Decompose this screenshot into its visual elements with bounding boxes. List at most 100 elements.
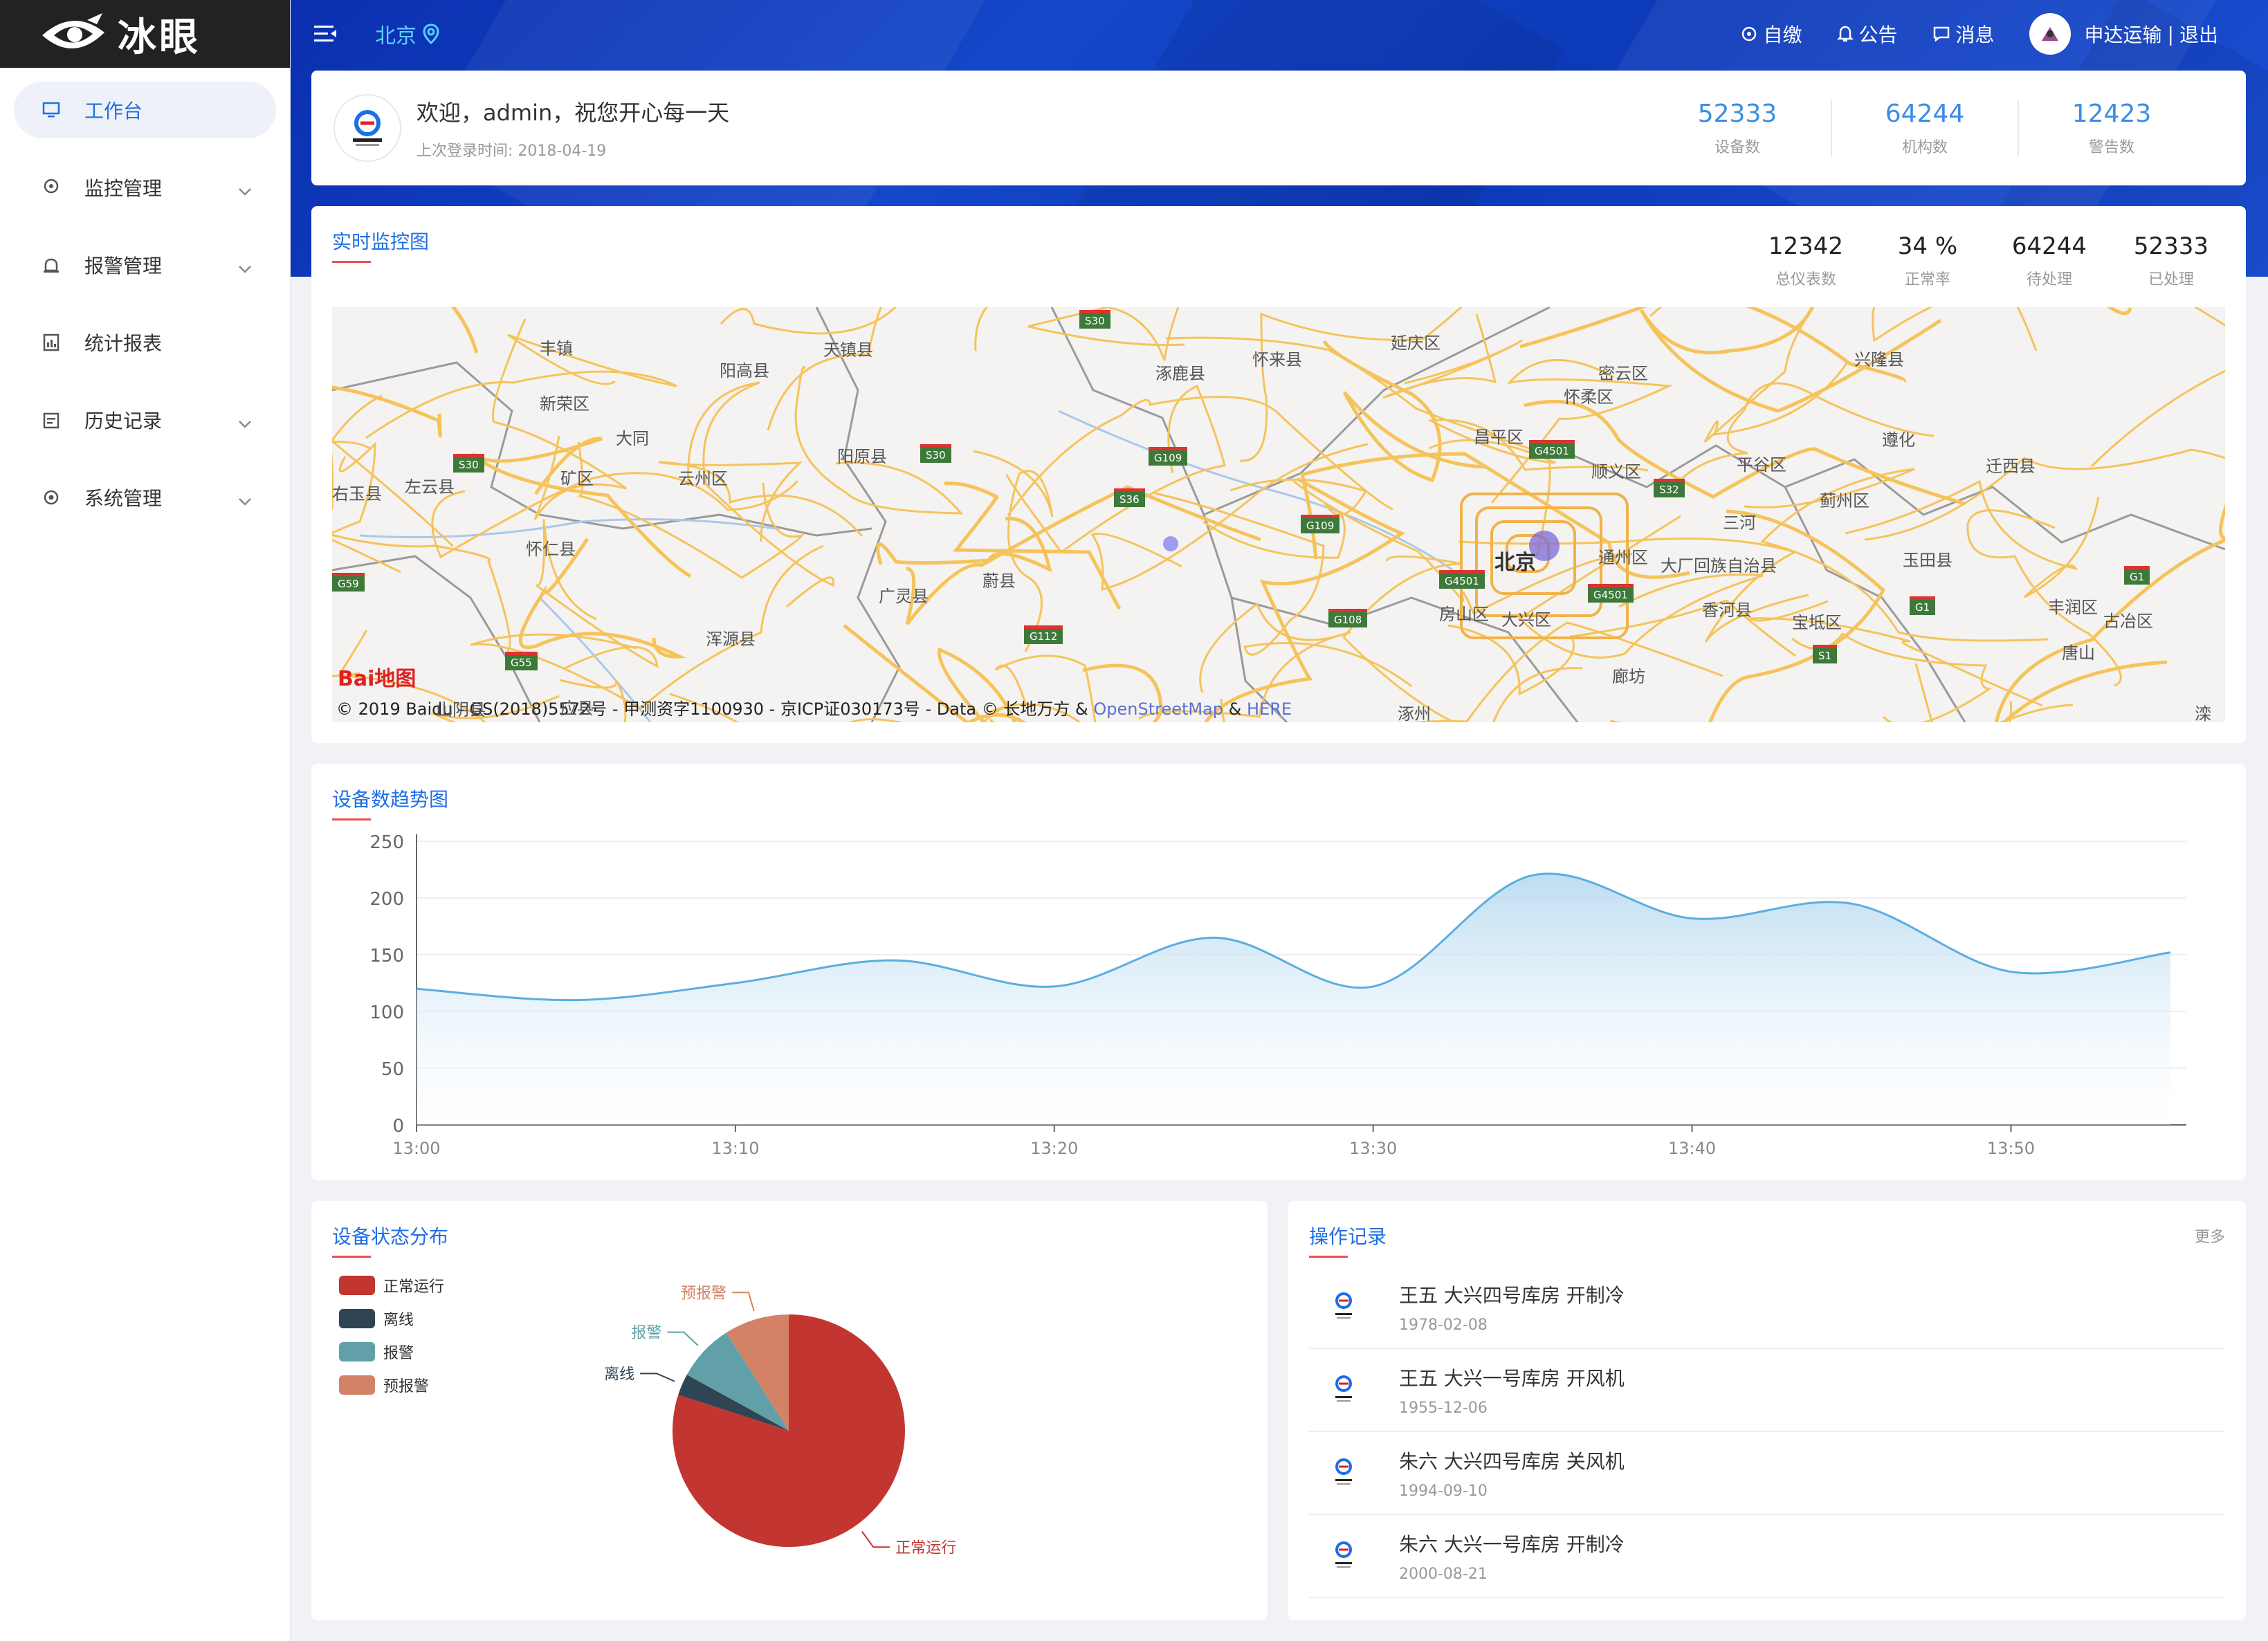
company-logo (333, 94, 401, 162)
stat-label: 总仪表数 (1775, 271, 1836, 288)
company-logo-icon (1323, 1535, 1364, 1577)
road-21 (1202, 478, 1368, 559)
menu-toggle-icon[interactable] (313, 21, 338, 46)
x-tick-label: 13:10 (711, 1139, 759, 1158)
trend-chart: 0 50 100 150 200 250 13:00 13:10 13:20 13:30 13:40… (369, 832, 2186, 1158)
company-logo-icon (1323, 1286, 1364, 1328)
sidebar-item-label: 工作台 (84, 100, 143, 122)
road-27 (577, 441, 805, 579)
avatar[interactable] (2029, 13, 2071, 55)
road-30 (720, 307, 989, 351)
stat-label: 警告数 (2088, 138, 2134, 156)
stat-value: 64244 (2011, 232, 2087, 260)
highway-shield: G108 (1328, 609, 1368, 627)
map-place-label: 云州区 (678, 469, 728, 488)
status-pie-chart: 正常运行 离线 报警 预报警 (604, 1285, 956, 1557)
notice-link[interactable]: 公告 (1836, 20, 1898, 48)
map-place-label: 大厂回族自治县 (1661, 556, 1777, 576)
road-56 (450, 307, 479, 354)
message-link[interactable]: 消息 (1932, 20, 1995, 48)
stat-label: 待处理 (2026, 271, 2072, 288)
list-item[interactable]: 王五 大兴一号库房 开风机 1955-12-06 (1309, 1349, 2225, 1432)
operation-records-card: 操作记录 更多 王五 大兴四号库房 开制冷 1978-02-08 王五 大兴一号库房… (1288, 1201, 2246, 1620)
stat-devices[interactable]: 52333 设备数 (1644, 100, 1831, 157)
map-place-label: 通州区 (1598, 548, 1648, 567)
sidebar-item-5[interactable]: 系统管理 (14, 469, 276, 526)
company-logo-icon (353, 110, 382, 146)
sidebar-item-0[interactable]: 工作台 (14, 82, 276, 138)
here-link[interactable]: HERE (1247, 699, 1292, 719)
stat-value: 12342 (1768, 232, 1844, 260)
settings-icon (42, 488, 61, 507)
message-label: 消息 (1955, 24, 1995, 46)
calendar-icon (42, 410, 61, 430)
road-13 (1872, 307, 2038, 351)
company-logo-icon (1323, 1369, 1364, 1411)
pay-icon (1742, 26, 1757, 42)
osm-link[interactable]: OpenStreetMap (1093, 699, 1223, 719)
map-place-label: 迁西县 (1986, 457, 2036, 476)
map-place-label: 怀来县 (1252, 350, 1302, 369)
map-view[interactable]: Bai地图 © 2019 Baidu - GS(2018)5572号 - 甲测资… (332, 307, 2225, 722)
op-title: 朱六 大兴一号库房 开制冷 (1399, 1532, 1625, 1556)
sidebar-item-4[interactable]: 历史记录 (14, 392, 276, 448)
stat-warnings[interactable]: 12423 警告数 (2018, 99, 2204, 157)
road-18 (332, 440, 455, 548)
pay-link[interactable]: 自缴 (1741, 20, 1802, 48)
map-place-label: 三河 (1723, 513, 1756, 533)
device-marker[interactable] (1163, 536, 1178, 551)
logout-button[interactable]: 退出 (2179, 20, 2218, 48)
stat-label: 机构数 (1901, 138, 1948, 156)
y-tick-label: 150 (369, 946, 404, 966)
pie-label: 报警 (631, 1325, 661, 1342)
map-place-label: 顺义区 (1591, 462, 1641, 482)
highway-shield: G109 (1149, 447, 1188, 466)
pay-label: 自缴 (1763, 24, 1802, 46)
user-avatar-icon (2030, 15, 2069, 53)
user-separator: | (2167, 22, 2174, 46)
highway-shield: S30 (1079, 310, 1110, 329)
map-place-label: 右玉县 (332, 484, 382, 504)
highway-shield: G4501 (1588, 584, 1634, 603)
map-place-label: 山阴县 (436, 700, 486, 719)
list-item[interactable]: 王五 大兴四号库房 开制冷 1978-02-08 (1309, 1266, 2225, 1349)
map-place-label: 矿区 (560, 469, 594, 488)
more-link[interactable]: 更多 (2195, 1225, 2225, 1247)
stat-value: 12423 (2072, 99, 2152, 128)
list-item[interactable]: 朱六 大兴一号库房 开制冷 2000-08-21 (1309, 1515, 2225, 1598)
highway-shield: S30 (453, 454, 484, 473)
highway-shield: G109 (1301, 515, 1340, 533)
map-place-label: 昌平区 (1474, 428, 1524, 447)
monitor-icon (42, 100, 61, 120)
sidebar-item-label: 历史记录 (84, 410, 163, 432)
list-item[interactable]: 朱六 大兴四号库房 关风机 1994-09-10 (1309, 1432, 2225, 1515)
map-place-label: 丰镇 (540, 339, 573, 358)
stat-processed: 52333 已处理 (2110, 232, 2232, 289)
highway-shield: G1 (1910, 596, 1936, 615)
road-68 (944, 482, 1122, 610)
sidebar-item-1[interactable]: 监控管理 (14, 159, 276, 216)
city-label: 北京 (375, 24, 417, 48)
stat-orgs[interactable]: 64244 机构数 (1831, 99, 2018, 157)
highway-shield: G55 (505, 652, 538, 670)
pie-label-line (731, 1292, 755, 1312)
app-logo[interactable]: 冰眼 (0, 0, 290, 68)
user-area: 申达运输 | 退出 (2029, 13, 2218, 55)
realtime-monitor-card: 实时监控图 12342 总仪表数 34 % 正常率 64244 待处理 5233… (311, 206, 2246, 743)
highway-shield: S36 (1114, 488, 1145, 507)
stat-pending: 64244 待处理 (1988, 232, 2110, 289)
sidebar-item-2[interactable]: 报警管理 (14, 237, 276, 293)
user-name[interactable]: 申达运输 (2085, 20, 2162, 48)
chevron-down-icon (237, 256, 253, 279)
map-place-label: 平谷区 (1737, 455, 1786, 475)
welcome-card: 欢迎，admin，祝您开心每一天 上次登录时间: 2018-04-19 5233… (311, 71, 2246, 185)
sidebar-item-3[interactable]: 统计报表 (14, 314, 276, 371)
stat-value: 64244 (1885, 99, 1965, 128)
pie-label: 离线 (604, 1366, 634, 1383)
map-place-label: 左云县 (405, 477, 455, 497)
highway-shield: S1 (1813, 645, 1838, 663)
river-0 (359, 518, 776, 538)
city-selector[interactable]: 北京 (375, 19, 440, 49)
map-place-label: 新荣区 (540, 394, 589, 414)
device-status-card: 设备状态分布 正常运行 离线 报警 预报警 正常运行 离线 报警 预报警 (311, 1201, 1268, 1620)
